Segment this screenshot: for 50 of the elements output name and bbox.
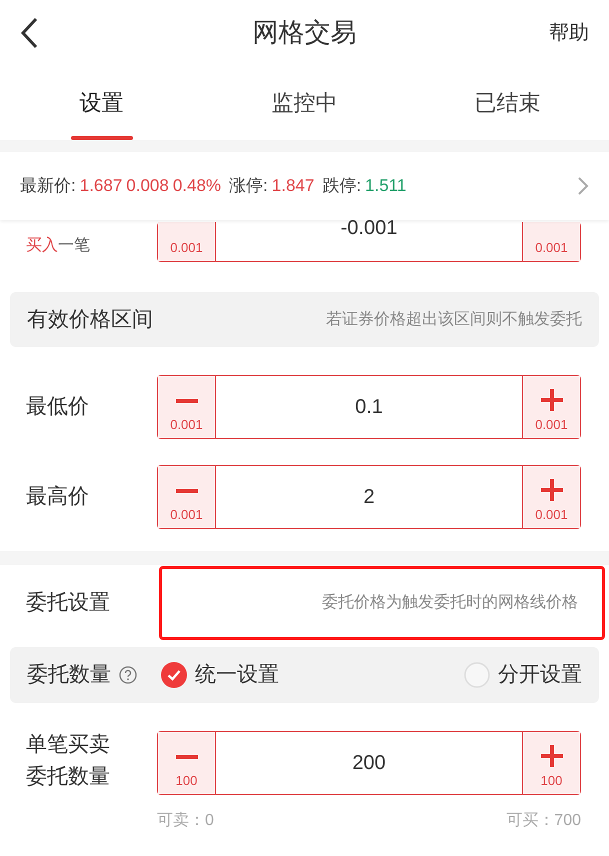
quote-label: 涨停: (229, 175, 268, 198)
plus-icon (540, 744, 562, 766)
field-label: 最高价 (26, 484, 89, 510)
tab[interactable]: 监控中 (203, 65, 406, 140)
tab[interactable]: 已结束 (406, 65, 609, 140)
minus-icon (176, 398, 198, 402)
tab[interactable]: 设置 (0, 65, 203, 140)
buy-suffix: 一笔 (58, 237, 90, 254)
quote-label: 最新价: (20, 175, 76, 198)
page-title: 网格交易 (252, 16, 356, 49)
buy-label: 买入 (26, 237, 58, 254)
quote-value: 0.008 (126, 175, 169, 198)
value-input[interactable]: 0.1 (216, 376, 522, 438)
minus-icon (176, 754, 198, 758)
plus-icon (540, 478, 562, 500)
quote-value: 1.847 (272, 175, 314, 198)
chevron-right-icon (577, 176, 589, 196)
value-input[interactable]: 2 (216, 466, 522, 528)
value-input[interactable]: 200 (216, 732, 522, 794)
section-hint: 若证券价格超出该区间则不触发委托 (326, 310, 582, 330)
field-label: 单笔买卖 委托数量 (26, 732, 110, 790)
tab-underline (70, 136, 132, 140)
buyable-text: 可买：700 (506, 811, 581, 831)
increase-button[interactable]: 0.001 (522, 376, 580, 438)
section-hint: 委托价格为触发委托时的网格线价格 (322, 592, 578, 613)
plus-icon (540, 388, 562, 410)
increase-button[interactable]: 100 (522, 732, 580, 794)
quote-label: 跌停: (322, 175, 362, 198)
increase-button[interactable]: 0.001 (522, 466, 580, 528)
quote-value: 1.511 (365, 175, 406, 198)
quote-bar[interactable]: 最新价: 1.687 0.008 0.48% 涨停: 1.847 跌停: 1.511 (0, 152, 609, 220)
field-label: 最低价 (26, 394, 89, 420)
minus-icon (176, 488, 198, 492)
back-icon[interactable] (20, 16, 38, 48)
quote-value: 1.687 (80, 175, 122, 198)
section-title: 有效价格区间 (27, 306, 153, 333)
sellable-text: 可卖：0 (157, 810, 214, 831)
value-input[interactable]: -0.001 (216, 218, 522, 261)
decrease-button[interactable]: 0.001 (158, 376, 216, 438)
decrease-button[interactable]: 0.001 (158, 222, 216, 261)
quote-value: 0.48% (172, 175, 222, 198)
section-title: 委托数量 (27, 662, 111, 688)
decrease-button[interactable]: 0.001 (158, 466, 216, 528)
help-icon[interactable] (119, 666, 137, 684)
radio-option[interactable]: 统一设置 (161, 659, 279, 691)
decrease-button[interactable]: 100 (158, 732, 216, 794)
radio-option[interactable]: 分开设置 (464, 659, 582, 691)
help-link[interactable]: 帮助 (549, 18, 589, 48)
increase-button[interactable]: 0.001 (522, 222, 580, 261)
section-title: 委托设置 (26, 590, 110, 616)
